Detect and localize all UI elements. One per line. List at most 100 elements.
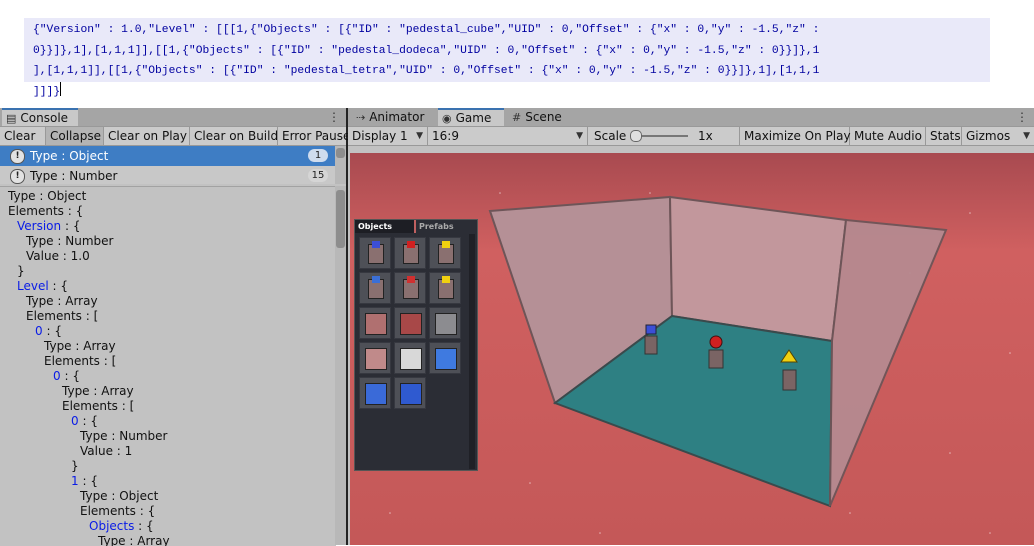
palette-scrollbar[interactable] <box>469 234 475 469</box>
pedestal-cube <box>644 324 658 355</box>
gizmos-dropdown[interactable]: Gizmos ▼ <box>962 127 1034 145</box>
display-dropdown[interactable]: Display 1 ▼ <box>348 127 428 145</box>
tab-animator[interactable]: ⇢ Animator <box>352 108 436 126</box>
game-toolbar: Display 1 ▼ 16:9 ▼ Scale 1x Maximize On Pl… <box>348 127 1034 146</box>
detail-key: 0 <box>35 324 43 338</box>
palette-item-panel-blue-2[interactable] <box>359 377 391 409</box>
aspect-dropdown-value: 16:9 <box>432 129 459 143</box>
block-blue-top-icon <box>368 276 384 299</box>
detail-line: Type : Number <box>80 429 168 443</box>
detail-line: Elements : { <box>8 204 84 218</box>
json-line: {"Version" : 1.0,"Level" : [[[1,{"Object… <box>33 24 820 36</box>
json-line: ],[1,1,1]],[[1,{"Objects" : [{"ID" : "pe… <box>33 65 820 77</box>
palette-item-panel-blue-1[interactable] <box>429 342 461 374</box>
chevron-down-icon: ▼ <box>416 131 423 141</box>
scale-label: Scale <box>594 129 627 143</box>
detail-line: Elements : [ <box>62 399 135 413</box>
pedestal-cube-blue-icon <box>368 241 384 264</box>
tab-game[interactable]: ◉ Game <box>438 108 504 126</box>
log-list-scrollbar[interactable] <box>335 146 346 184</box>
unity-editor: ▤ Console ⋮ Clear Collapse Clear on Play … <box>0 108 1034 546</box>
tab-console[interactable]: ▤ Console <box>2 108 78 126</box>
detail-line: Value : 1.0 <box>26 249 90 263</box>
detail-scrollbar[interactable] <box>335 186 346 545</box>
panel-blue-1-icon <box>435 348 457 370</box>
detail-punct: : { <box>61 219 81 233</box>
aspect-dropdown[interactable]: 16:9 ▼ <box>428 127 588 145</box>
top-marker-icon <box>442 241 450 248</box>
palette-item-pedestal-dodeca-red[interactable] <box>394 237 426 269</box>
palette-item-panel-white-lines[interactable] <box>394 342 426 374</box>
detail-line: 0 : { <box>71 414 98 429</box>
console-panel: ▤ Console ⋮ Clear Collapse Clear on Play … <box>0 108 350 546</box>
game-panel: ⇢ Animator ◉ Game # Scene ⋮ Display 1 ▼ 16:9… <box>348 108 1034 545</box>
maximize-on-play-toggle[interactable]: Maximize On Play <box>740 127 851 145</box>
scale-slider-handle[interactable] <box>630 130 642 142</box>
palette-item-pedestal-cube-blue[interactable] <box>359 237 391 269</box>
palette-tab-prefabs[interactable]: Prefabs <box>414 220 481 233</box>
palette-item-panel-pink-2[interactable] <box>394 307 426 339</box>
gizmos-label: Gizmos <box>966 129 1011 143</box>
error-pause-button[interactable]: Error Pause <box>278 127 350 145</box>
detail-key: Version <box>17 219 62 233</box>
scrollbar-thumb[interactable] <box>336 190 345 248</box>
json-line: 0}}]},1],[1,1,1]],[[1,{"Objects" : [{"ID… <box>33 44 820 57</box>
detail-line: 0 : { <box>35 324 62 339</box>
palette-item-panel-pink-1[interactable] <box>359 307 391 339</box>
block-red-top-icon <box>403 276 419 299</box>
chevron-down-icon: ▼ <box>576 131 583 141</box>
detail-punct: : { <box>60 369 80 383</box>
kebab-menu-icon[interactable]: ⋮ <box>1016 108 1028 126</box>
objects-palette: Objects Prefabs <box>354 219 478 471</box>
palette-item-panel-blue-3[interactable] <box>394 377 426 409</box>
json-text-field[interactable]: {"Version" : 1.0,"Level" : [[[1,{"Object… <box>24 18 990 98</box>
top-marker-icon <box>372 276 380 283</box>
game-viewport[interactable]: Objects Prefabs <box>350 153 1034 545</box>
palette-tab-objects[interactable]: Objects <box>355 220 416 233</box>
block-yellow-top-icon <box>438 276 454 299</box>
detail-line: Value : 1 <box>80 444 133 458</box>
panel-blue-2-icon <box>365 383 387 405</box>
clear-on-build-button[interactable]: Clear on Build <box>190 127 278 145</box>
detail-line: 0 : { <box>53 369 80 384</box>
top-marker-icon <box>372 241 380 248</box>
clear-button[interactable]: Clear <box>0 127 46 145</box>
log-warning-icon: ! <box>10 169 25 184</box>
detail-line: Type : Array <box>98 534 170 546</box>
kebab-menu-icon[interactable]: ⋮ <box>328 108 340 126</box>
detail-line: Level : { <box>17 279 68 294</box>
palette-item-panel-grey[interactable] <box>429 307 461 339</box>
tab-scene-label: Scene <box>525 110 562 124</box>
detail-line: Elements : [ <box>44 354 117 368</box>
display-dropdown-value: Display 1 <box>352 129 408 143</box>
log-entry[interactable]: ! Type : Object 1 <box>0 146 336 166</box>
scrollbar-thumb[interactable] <box>336 148 345 158</box>
pedestal-tetra-yellow-icon <box>438 241 454 264</box>
palette-item-block-red-top[interactable] <box>394 272 426 304</box>
detail-line: Elements : { <box>80 504 156 518</box>
clear-on-play-button[interactable]: Clear on Play <box>104 127 190 145</box>
detail-punct: : { <box>78 414 98 428</box>
console-detail-view: Type : Object Elements : {Version : {Type… <box>0 186 336 546</box>
palette-item-block-yellow-top[interactable] <box>429 272 461 304</box>
panel-pink-1-icon <box>365 313 387 335</box>
detail-key: 0 <box>53 369 61 383</box>
log-count-badge: 15 <box>308 169 328 182</box>
scale-value: 1x <box>698 129 713 143</box>
tab-scene[interactable]: # Scene <box>508 108 578 126</box>
detail-line: Elements : [ <box>26 309 99 323</box>
chevron-down-icon: ▼ <box>1023 131 1030 141</box>
console-tabbar: ▤ Console ⋮ <box>0 108 346 127</box>
log-entry-text: Type : Object <box>30 149 109 163</box>
detail-line: Objects : { <box>89 519 154 534</box>
panel-pink-3-icon <box>365 348 387 370</box>
mute-audio-toggle[interactable]: Mute Audio <box>850 127 926 145</box>
palette-item-panel-pink-3[interactable] <box>359 342 391 374</box>
detail-line: } <box>71 459 79 473</box>
collapse-button[interactable]: Collapse <box>46 127 104 145</box>
palette-item-pedestal-tetra-yellow[interactable] <box>429 237 461 269</box>
log-entry[interactable]: ! Type : Number 15 <box>0 166 336 184</box>
palette-item-block-blue-top[interactable] <box>359 272 391 304</box>
scale-control: Scale 1x <box>588 127 740 145</box>
stats-toggle[interactable]: Stats <box>926 127 962 145</box>
